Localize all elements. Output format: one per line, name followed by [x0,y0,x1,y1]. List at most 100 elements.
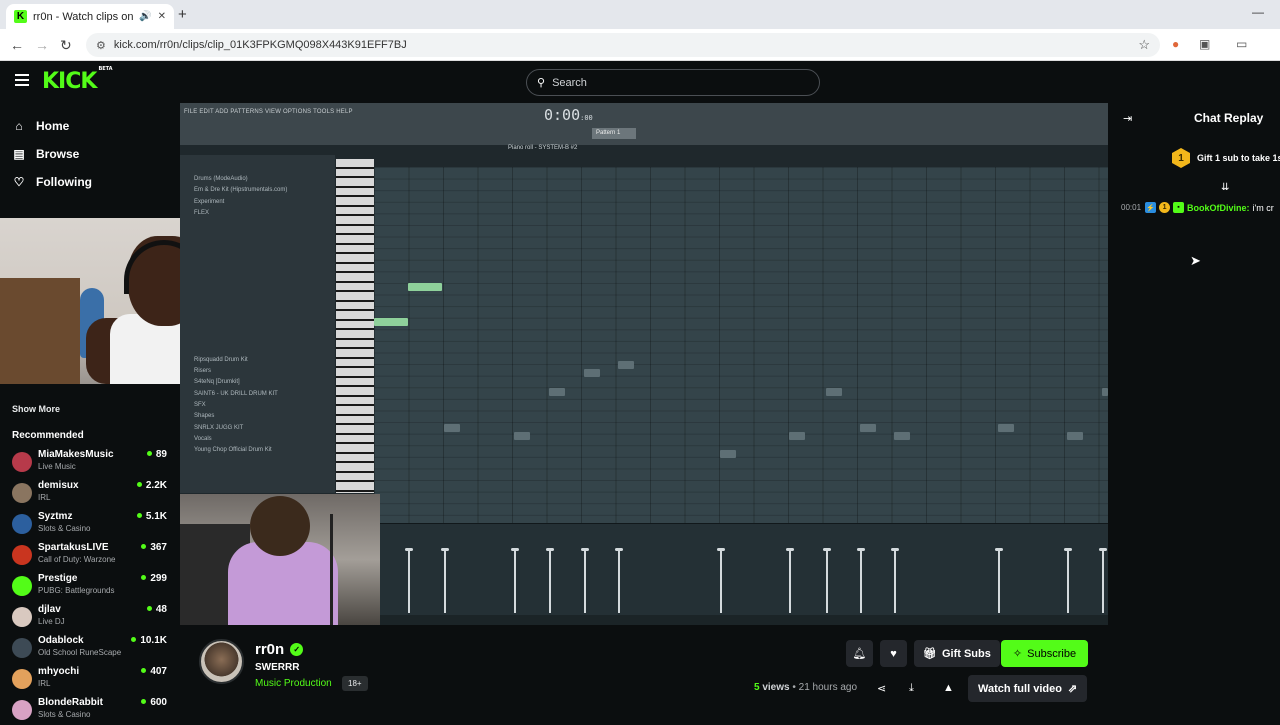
sparkle-icon: ✧ [1012,648,1023,660]
report-icon[interactable]: ▲ [943,682,954,694]
recommended-channel[interactable]: demisux IRL 2.2K [12,480,170,508]
piano-note [408,283,442,291]
channel-name: BlondeRabbit [38,697,103,708]
piano-note [894,432,910,440]
forward-icon[interactable]: → [35,37,49,53]
sidebar-item-home[interactable]: ⌂ Home [12,119,69,133]
back-icon[interactable]: ← [10,37,24,53]
channel-category: Live Music [38,462,76,471]
pianoroll-grid [374,167,1108,523]
channel-category: Call of Duty: Warzone [38,555,116,564]
gift-icon: 🎁︎ [923,648,937,660]
menu-hamburger-icon[interactable] [15,74,29,86]
gift-sub-banner[interactable]: 1 Gift 1 sub to take 1s [1172,148,1280,168]
close-tab-icon[interactable]: ✕ [158,11,166,22]
fl-browser-item: Vocals [194,435,212,442]
channel-name: demisux [38,480,79,491]
pinned-expand-icon[interactable]: ⇊ [1221,182,1229,193]
fl-browser-item: Em & Dre Kit (Hipstrumentals.com) [194,187,288,194]
gifter-badge-icon: 1 [1159,202,1171,213]
fl-toolbar: FILE EDIT ADD PATTERNS VIEW OPTIONS TOOL… [180,103,1108,145]
viewer-count: 299 [141,573,167,584]
channel-category: Live DJ [38,617,65,626]
gift-coin-icon: 1 [1172,148,1190,168]
clip-info: rr0n ✓ SWERRR Music Production 18+ 🔔︎ ♥ 🎁… [180,625,1108,720]
kick-logo[interactable]: KICKBETA [42,66,113,94]
piano-keys [336,159,374,493]
extension-icon[interactable]: ● [1172,37,1179,51]
recommended-channel[interactable]: djlav Live DJ 48 [12,604,170,632]
gift-subs-button[interactable]: 🎁︎ Gift Subs [914,640,1000,667]
recommended-channel[interactable]: BlondeRabbit Slots & Casino 600 [12,697,170,725]
piano-note [444,424,460,432]
viewer-count: 600 [141,697,167,708]
reload-icon[interactable]: ↻ [60,37,72,54]
fl-browser-panel: Drums (ModeAudio) Em & Dre Kit (Hipstrume… [180,155,335,493]
chat-message: 00:01 ⚡ 1 ▪ BookOfDivine: i'm cr [1121,202,1274,213]
velocity-bar [1064,548,1072,613]
tab-title: rr0n - Watch clips on Kick [33,10,134,23]
fl-browser-item: Young Chop Official Drum Kit [194,447,272,454]
piano-note [1067,432,1083,440]
chat-replay-panel: ⇥ Chat Replay 1 Gift 1 sub to take 1s ⇊ … [1108,103,1280,720]
channel-avatar[interactable] [199,639,244,684]
velocity-bar [891,548,899,613]
minimize-icon[interactable]: — [1252,5,1264,19]
sidebar-item-browse[interactable]: ▤ Browse [12,147,79,161]
site-info-icon[interactable]: ⚙ [96,39,106,52]
velocity-bar [615,548,623,613]
fl-browser-item: S4teNq [Drumkit] [194,379,240,386]
bookmark-star-icon[interactable]: ☆ [1138,37,1150,53]
velocity-bar [1099,548,1107,613]
sidepanel-icon[interactable]: ▭ [1236,37,1247,51]
velocity-bar [546,548,554,613]
recommended-channel[interactable]: SpartakusLIVE Call of Duty: Warzone 367 [12,542,170,570]
extensions-puzzle-icon[interactable]: ▣ [1199,37,1210,51]
recommended-channel[interactable]: MiaMakesMusic Live Music 89 [12,449,170,477]
channel-avatar [12,483,32,503]
recommended-channel[interactable]: Prestige PUBG: Battlegrounds 299 [12,573,170,601]
channel-name: Odablock [38,635,84,646]
channel-name: SpartakusLIVE [38,542,109,553]
badge-icon: ⚡ [1145,202,1157,213]
recommended-channel[interactable]: Syztmz Slots & Casino 5.1K [12,511,170,539]
follow-heart-icon[interactable]: ♥ [880,640,907,667]
bell-icon[interactable]: 🔔︎ [846,640,873,667]
url-input[interactable]: ⚙ kick.com/rr0n/clips/clip_01K3FPKGMQ098… [86,33,1160,57]
sidebar-item-following[interactable]: ♡ Following [12,175,92,189]
viewer-count: 89 [147,449,167,460]
search-icon: ⚲ [537,77,546,89]
category-link[interactable]: Music Production [255,678,332,689]
channel-name[interactable]: rr0n ✓ [255,641,304,658]
subscribe-button[interactable]: ✧ Subscribe [1001,640,1088,667]
velocity-bar [581,548,589,613]
collapse-chat-icon[interactable]: ⇥ [1123,112,1132,125]
chat-text: i'm cr [1252,202,1274,213]
watch-full-video-button[interactable]: Watch full video ⇗ [968,675,1088,702]
fl-browser-item: Shapes [194,413,215,420]
sidebar: ⌂ Home ▤ Browse ♡ Following Show More Re… [0,103,180,720]
kick-favicon-icon: K [14,10,27,23]
piano-note [618,361,634,369]
search-input[interactable]: ⚲ Search [526,69,820,96]
share-icon[interactable]: ⋖ [877,682,886,695]
velocity-pane [374,523,1108,615]
fl-browser-item: SNRLX JUGG KIT [194,424,244,431]
webcam-overlay-guest [180,494,380,625]
speaker-icon[interactable]: 🔊 [139,11,151,22]
viewer-count: 407 [141,666,167,677]
recommended-channel[interactable]: Odablock Old School RuneScape 10.1K [12,635,170,663]
recommended-channel[interactable]: mhyochi IRL 407 [12,666,170,694]
browser-tab[interactable]: K rr0n - Watch clips on Kick 🔊 ✕ [6,4,174,29]
search-placeholder: Search [552,76,587,89]
browser-tabbar: K rr0n - Watch clips on Kick 🔊 ✕ + — [0,0,1280,29]
age-badge: 18+ [342,676,368,691]
new-tab-icon[interactable]: + [178,6,187,23]
download-icon[interactable]: ⤓ [909,682,914,695]
channel-avatar [12,638,32,658]
show-more-button[interactable]: Show More [12,404,60,414]
velocity-bar [786,548,794,613]
viewer-count: 48 [147,604,167,615]
velocity-bar [823,548,831,613]
chat-username[interactable]: BookOfDivine: [1187,203,1250,213]
